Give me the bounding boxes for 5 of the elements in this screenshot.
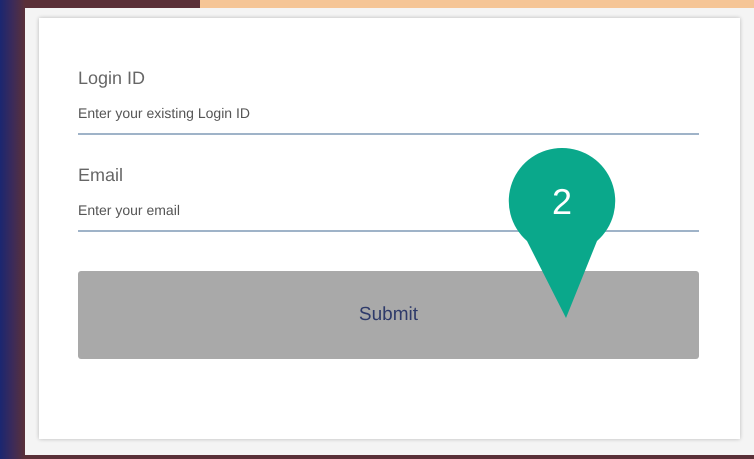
- field-label: Email: [78, 165, 124, 186]
- map-pin-icon: [507, 146, 617, 320]
- submit-button[interactable]: Submit: [78, 271, 699, 359]
- field-label: Login ID: [78, 68, 146, 89]
- input-field[interactable]: Enter your existing Login ID: [78, 105, 699, 135]
